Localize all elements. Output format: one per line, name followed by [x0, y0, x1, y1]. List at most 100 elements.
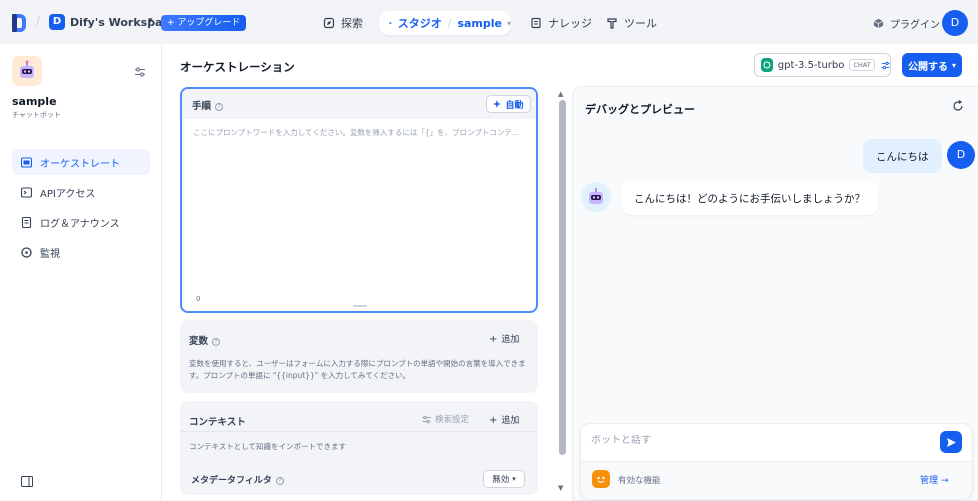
nav-current-app[interactable]: sample [457, 17, 502, 30]
search-settings-icon [422, 415, 431, 423]
config-scrollbar[interactable]: ▲ ▼ [557, 90, 567, 494]
dify-logo-icon[interactable] [12, 14, 26, 32]
terminal-window-icon [21, 156, 32, 168]
sidebar-item-label: APIアクセス [40, 188, 96, 200]
prompt-label: 手順? [192, 98, 224, 112]
explore-icon [323, 17, 335, 29]
sidebar-item-monitoring[interactable]: 監視 [12, 239, 150, 265]
upgrade-button[interactable]: + アップグレード [161, 15, 247, 31]
scroll-down-arrow-icon[interactable]: ▼ [558, 484, 563, 492]
nav-studio[interactable]: スタジオ / sample ▾ [379, 11, 511, 35]
variables-description: 変数を使用すると、ユーザーはフォームに入力する際にプロンプトの単語や開始の言葉を… [189, 359, 526, 380]
plugins-label: プラグイン [890, 20, 940, 31]
auto-generate-label: 自動 [505, 100, 524, 111]
main-content: オーケストレーション gpt-3.5-turbo CHAT 公開する ▾ 手順?… [162, 44, 978, 501]
model-selector[interactable]: gpt-3.5-turbo CHAT [754, 53, 891, 77]
chevron-down-icon: ▾ [512, 475, 516, 483]
api-terminal-icon [21, 186, 32, 198]
nav-knowledge[interactable]: ナレッジ [530, 11, 592, 35]
search-settings-button[interactable]: 検索設定 [422, 413, 469, 425]
page-title: オーケストレーション [180, 60, 295, 74]
features-bar: 有効な機能 管理 → [581, 461, 972, 499]
sidebar-item-orchestrate[interactable]: オーケストレート [12, 149, 150, 175]
chat-user-avatar: D [947, 141, 975, 169]
manage-features-link[interactable]: 管理 → [920, 473, 949, 486]
nav-explore-label: 探索 [341, 17, 363, 30]
app-switch-chevron-down-icon[interactable]: ▾ [507, 19, 511, 28]
top-navigation-bar: / D Dify's Workspace ▾ + アップグレード 探索 スタジオ… [0, 0, 978, 44]
file-list-icon [21, 216, 32, 228]
arrow-right-icon: → [941, 476, 949, 486]
context-divider [180, 431, 538, 432]
collapse-sidebar-icon[interactable] [21, 476, 33, 487]
sidebar-item-logs[interactable]: ログ＆アナウンス [12, 209, 150, 235]
send-button[interactable] [940, 431, 962, 453]
workspace-avatar[interactable]: D [49, 14, 65, 30]
cube-icon [873, 18, 884, 29]
plugins-button[interactable]: プラグイン [873, 16, 940, 31]
nav-studio-separator: / [447, 16, 452, 30]
breadcrumb-separator: / [36, 14, 41, 29]
context-panel: コンテキスト 検索設定 + 追加 コンテキストとして知識をインポートできます メタ… [180, 401, 538, 495]
prompt-char-count: 0 [196, 295, 201, 303]
send-arrow-icon [946, 437, 956, 447]
robot-face-icon [20, 60, 34, 78]
prompt-editor[interactable]: 手順? 自動 0 [180, 87, 538, 313]
debug-preview-panel: デバッグとプレビュー こんにちは D こんにちは！どのようにお手伝いしましょうか… [572, 86, 978, 501]
refresh-icon[interactable] [952, 100, 964, 112]
app-type: チャットボット [12, 111, 61, 119]
robot-icon [389, 21, 392, 24]
model-mode-badge: CHAT [849, 59, 875, 71]
help-icon[interactable]: ? [275, 476, 284, 485]
scroll-thumb[interactable] [559, 100, 566, 455]
bot-message-bubble: こんにちは！どのようにお手伝いしましょうか？ [621, 181, 878, 215]
context-label: コンテキスト [189, 417, 246, 428]
user-avatar[interactable]: D [942, 10, 968, 36]
gauge-icon [21, 246, 32, 258]
workspace-chevron-down-icon[interactable]: ▾ [148, 16, 153, 26]
model-settings-sliders-icon[interactable] [881, 60, 890, 71]
robot-app-icon[interactable] [12, 56, 42, 86]
metadata-filter-select[interactable]: 無効 ▾ [483, 470, 525, 488]
sidebar-item-label: ログ＆アナウンス [40, 218, 120, 230]
sidebar-item-api-access[interactable]: APIアクセス [12, 179, 150, 205]
bot-avatar-icon [581, 182, 611, 212]
features-label: 有効な機能 [618, 476, 661, 486]
add-context-button[interactable]: + 追加 [489, 413, 519, 426]
features-icon [592, 470, 610, 488]
chat-input[interactable] [591, 435, 921, 446]
publish-button[interactable]: 公開する ▾ [902, 53, 962, 77]
book-icon [531, 17, 541, 29]
user-message-bubble: こんにちは [863, 139, 942, 173]
help-icon[interactable]: ? [212, 337, 221, 346]
nav-tools[interactable]: ツール [606, 11, 657, 35]
prompt-editor-header: 手順? 自動 [182, 89, 536, 119]
publish-chevron-down-icon: ▾ [951, 60, 956, 70]
nav-knowledge-label: ナレッジ [548, 17, 592, 30]
prompt-input[interactable] [193, 128, 529, 137]
plus-icon: + [489, 415, 498, 426]
app-sidebar: sample チャットボット オーケストレート APIアクセス ログ＆アナウンス… [0, 44, 162, 501]
variables-panel: 変数? + 追加 変数を使用すると、ユーザーはフォームに入力する際にプロンプトの単… [180, 320, 538, 393]
nav-explore[interactable]: 探索 [323, 11, 363, 35]
publish-label: 公開する [907, 61, 948, 73]
auto-generate-button[interactable]: 自動 [486, 95, 531, 113]
add-variable-button[interactable]: + 追加 [489, 332, 519, 345]
sidebar-item-label: 監視 [40, 248, 60, 260]
nav-studio-label: スタジオ [397, 17, 442, 30]
plus-icon: + [489, 334, 498, 345]
sidebar-item-label: オーケストレート [40, 158, 120, 170]
chat-composer: 有効な機能 管理→ [580, 423, 973, 499]
scroll-up-arrow-icon[interactable]: ▲ [558, 90, 563, 98]
variables-label: 変数? [189, 333, 221, 347]
model-name: gpt-3.5-turbo [777, 59, 845, 71]
help-icon[interactable]: ? [215, 102, 224, 111]
app-name: sample [12, 95, 57, 108]
debug-title: デバッグとプレビュー [585, 103, 695, 116]
smiley-icon [597, 476, 605, 483]
nav-tools-label: ツール [624, 17, 657, 30]
app-settings-sliders-icon[interactable] [134, 66, 146, 78]
openai-logo-icon [761, 58, 773, 72]
prompt-resize-handle[interactable] [353, 305, 367, 307]
robot-face-icon [589, 188, 603, 204]
